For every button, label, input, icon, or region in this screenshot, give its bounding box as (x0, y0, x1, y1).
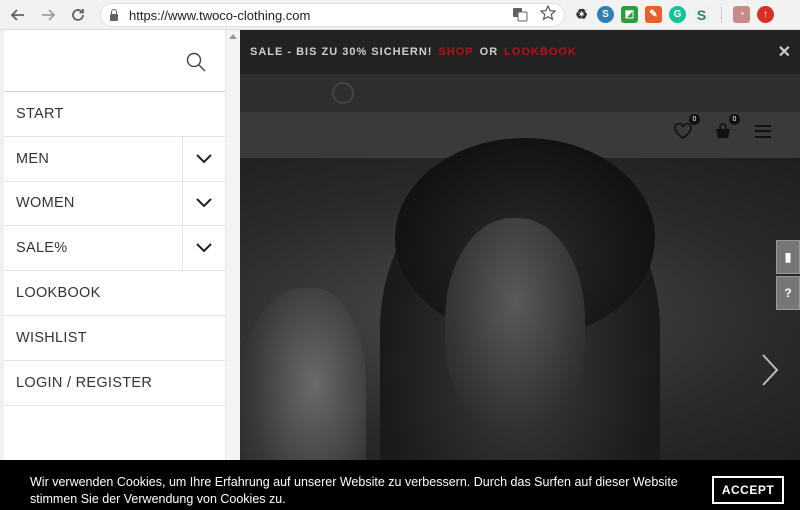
menu-button[interactable] (752, 120, 774, 142)
star-icon[interactable] (539, 4, 557, 26)
chevron-down-icon (196, 198, 212, 208)
promo-text: SALE - BIS ZU 30% SICHERN! (250, 46, 433, 58)
menu-item-label: LOGIN / REGISTER (16, 374, 153, 391)
wishlist-button[interactable]: 0 (672, 114, 700, 142)
url-text: https://www.twoco-clothing.com (129, 7, 311, 23)
recycle-extension-icon[interactable]: ♻ (573, 6, 590, 23)
menu-item-label: WOMEN (16, 195, 75, 212)
speech-bubble-icon: ▮ (784, 250, 792, 264)
profile-avatar[interactable]: ◔ (733, 6, 750, 23)
search-input[interactable] (4, 30, 225, 92)
promo-shop-link[interactable]: SHOP (438, 46, 473, 58)
feedback-tab[interactable]: ▮ (776, 240, 800, 274)
grammarly-extension-icon[interactable]: G (669, 6, 686, 23)
heart-icon (674, 123, 692, 139)
back-icon[interactable] (6, 3, 30, 27)
chevron-down-icon (196, 243, 212, 253)
expand-submenu-button[interactable] (182, 136, 225, 181)
next-slide-icon[interactable] (760, 353, 780, 396)
reload-icon[interactable] (66, 3, 90, 27)
cookie-banner: Wir verwenden Cookies, um Ihre Erfahrung… (0, 460, 800, 510)
menu-list: START MEN WOMEN SALE% LOOKBOOK WISHLIST LOGIN … (4, 92, 225, 406)
hamburger-icon (755, 124, 771, 138)
menu-scrollbar[interactable] (226, 30, 240, 460)
promo-connector: OR (479, 46, 499, 58)
cart-button[interactable]: 0 (712, 114, 740, 142)
logo-icon (332, 82, 354, 104)
menu-item-wishlist[interactable]: WISHLIST (4, 316, 225, 361)
menu-item-label: MEN (16, 150, 50, 167)
help-tab[interactable]: ? (776, 276, 800, 310)
promo-lookbook-link[interactable]: LOOKBOOK (504, 46, 577, 58)
accept-cookies-button[interactable]: ACCEPT (712, 476, 784, 504)
scroll-up-icon[interactable] (229, 34, 237, 39)
extension-toolbar: ♻ S ◩ ✎ G S ◔ ↑ (573, 6, 774, 23)
menu-item-men[interactable]: MEN (4, 136, 225, 182)
search-icon[interactable] (186, 52, 206, 72)
cart-count-badge: 0 (729, 114, 740, 125)
menu-item-label: SALE% (16, 240, 68, 257)
browser-toolbar: https://www.twoco-clothing.com ♻ S ◩ ✎ G… (0, 0, 800, 30)
menu-item-label: LOOKBOOK (16, 285, 101, 302)
close-icon[interactable]: ✕ (778, 42, 792, 62)
menu-item-sale[interactable]: SALE% (4, 226, 225, 272)
expand-submenu-button[interactable] (182, 181, 225, 226)
menu-item-label: WISHLIST (16, 329, 87, 346)
expand-submenu-button[interactable] (182, 226, 225, 271)
s-extension-icon[interactable]: S (597, 6, 614, 23)
dollar-extension-icon[interactable]: S (693, 6, 710, 23)
help-icon: ? (784, 286, 792, 300)
translate-icon[interactable] (512, 6, 528, 27)
wishlist-count-badge: 0 (689, 114, 700, 125)
orange-extension-icon[interactable]: ✎ (645, 6, 662, 23)
menu-item-women[interactable]: WOMEN (4, 181, 225, 227)
lock-icon (109, 9, 119, 21)
chevron-down-icon (196, 153, 212, 164)
update-icon[interactable]: ↑ (757, 6, 774, 23)
menu-item-start[interactable]: START (4, 92, 225, 137)
address-bar[interactable]: https://www.twoco-clothing.com (100, 3, 565, 27)
cookie-message: Wir verwenden Cookies, um Ihre Erfahrung… (30, 475, 678, 506)
menu-item-lookbook[interactable]: LOOKBOOK (4, 271, 225, 316)
menu-item-login-register[interactable]: LOGIN / REGISTER (4, 361, 225, 406)
side-menu: START MEN WOMEN SALE% LOOKBOOK WISHLIST LOGIN … (4, 30, 226, 510)
cart-icon (716, 123, 730, 138)
forward-icon[interactable] (36, 3, 60, 27)
toolbar-divider (721, 6, 722, 23)
green-extension-icon[interactable]: ◩ (621, 6, 638, 23)
face-shape (445, 218, 585, 428)
menu-item-label: START (16, 105, 64, 122)
